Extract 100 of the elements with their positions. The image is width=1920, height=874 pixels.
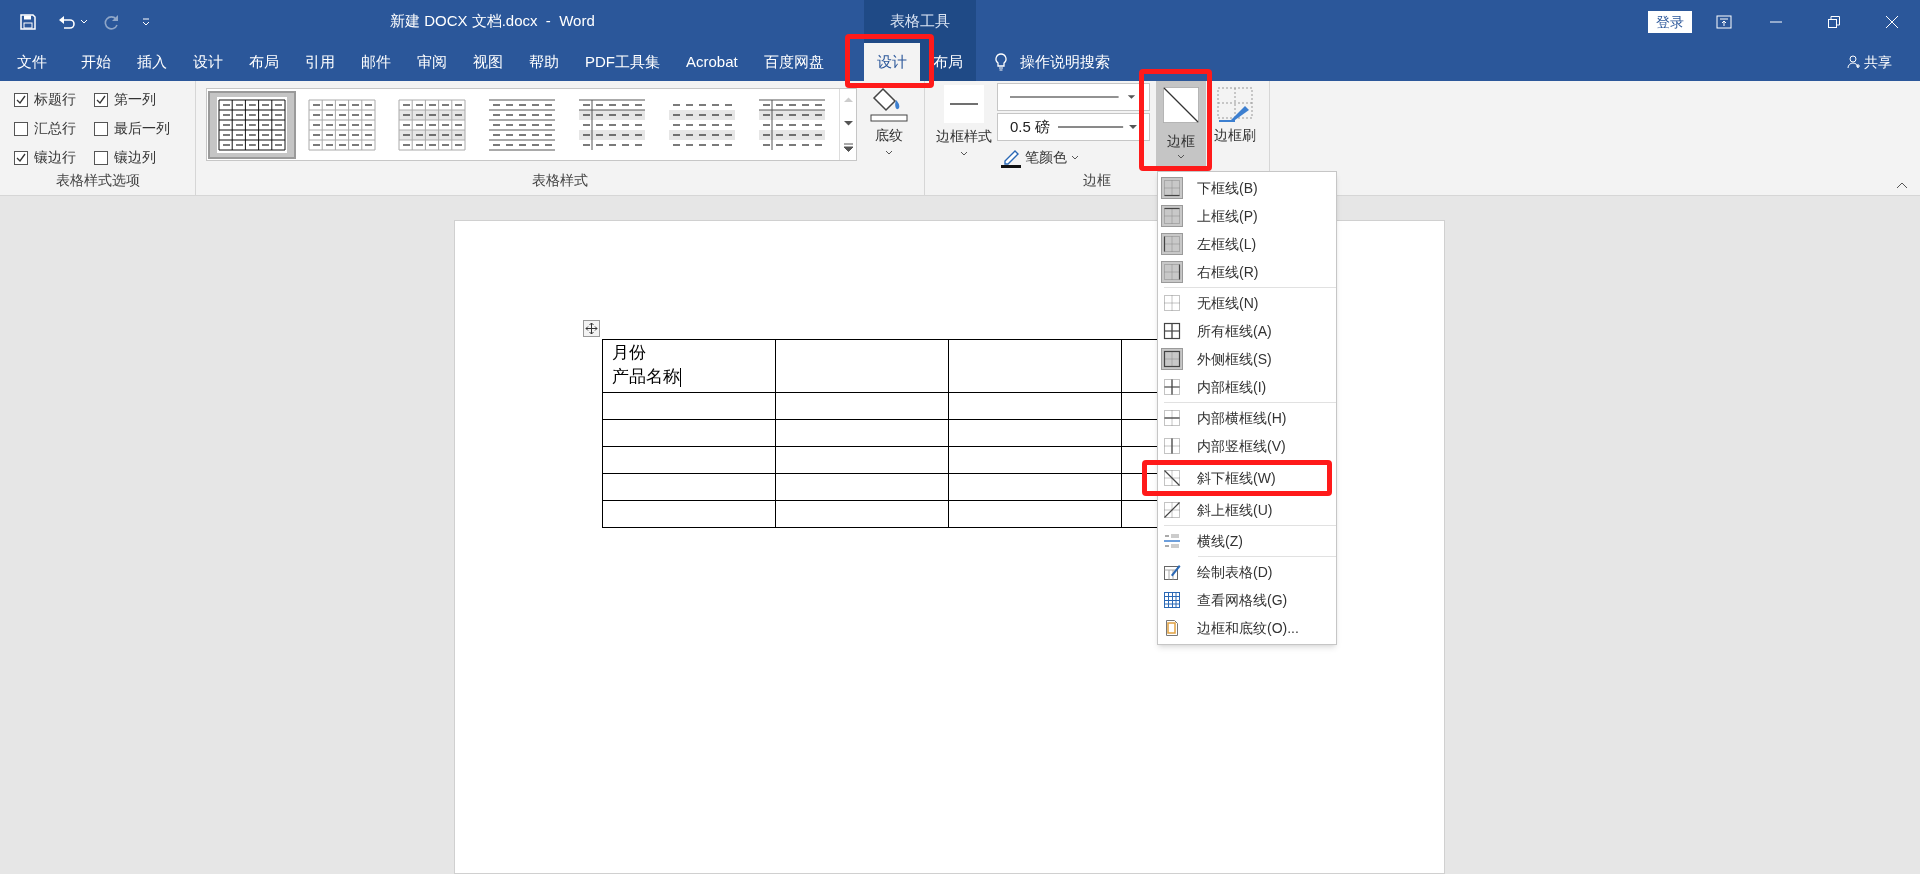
ribbon-display-icon[interactable] bbox=[1716, 14, 1732, 29]
menu-item[interactable]: 边框和底纹(O)... bbox=[1158, 614, 1336, 642]
ribbon-tab[interactable]: 邮件 bbox=[348, 43, 404, 81]
table-cell[interactable] bbox=[602, 500, 776, 528]
customize-icon[interactable] bbox=[142, 17, 150, 26]
ribbon-tab[interactable]: PDF工具集 bbox=[572, 43, 673, 81]
border-icon bbox=[1163, 322, 1181, 340]
person-icon[interactable] bbox=[1847, 55, 1861, 69]
menu-item[interactable]: 上框线(P) bbox=[1158, 202, 1336, 230]
check-icon bbox=[16, 152, 26, 163]
ribbon-tab[interactable]: 帮助 bbox=[516, 43, 572, 81]
diagonal-border-icon bbox=[1163, 87, 1199, 123]
menu-item[interactable]: 内部竖框线(V) bbox=[1158, 432, 1336, 460]
menu-item[interactable]: 横线(Z) bbox=[1158, 527, 1336, 555]
checkbox-label: 最后一列 bbox=[114, 119, 170, 138]
border-painter-button[interactable]: 边框刷 bbox=[1208, 81, 1262, 146]
caret-icon[interactable] bbox=[80, 18, 88, 25]
border-icon bbox=[1163, 378, 1181, 396]
caret-icon bbox=[885, 150, 893, 156]
collapse-ribbon-icon[interactable] bbox=[1896, 181, 1908, 189]
table-cell[interactable] bbox=[775, 446, 949, 474]
ribbon-tab[interactable]: 布局 bbox=[236, 43, 292, 81]
table-cell[interactable]: 月份 产品名称 bbox=[602, 339, 776, 393]
restore-icon[interactable] bbox=[1828, 15, 1840, 28]
horizontal-line-icon bbox=[1163, 532, 1181, 550]
table-cell[interactable] bbox=[775, 339, 949, 393]
table-cell[interactable] bbox=[602, 446, 776, 474]
check-icon bbox=[16, 94, 26, 105]
caret-icon bbox=[1071, 154, 1079, 161]
undo-icon[interactable] bbox=[58, 13, 76, 30]
table-cell[interactable] bbox=[948, 446, 1122, 474]
table-move-handle-icon[interactable] bbox=[583, 320, 600, 337]
menu-item[interactable]: 外侧框线(S) bbox=[1158, 345, 1336, 373]
table-cell[interactable] bbox=[602, 419, 776, 447]
ribbon-tab[interactable]: 文件 bbox=[4, 43, 60, 81]
scroll-down-icon[interactable] bbox=[843, 120, 853, 126]
tell-me-search[interactable]: 操作说明搜索 bbox=[1020, 50, 1110, 74]
ribbon-tab[interactable]: 视图 bbox=[460, 43, 516, 81]
table-style-preview bbox=[307, 96, 377, 153]
table-cell[interactable] bbox=[775, 392, 949, 420]
ribbon-tab[interactable]: 插入 bbox=[124, 43, 180, 81]
ribbon-tab[interactable]: 布局 bbox=[920, 43, 976, 81]
redo-icon[interactable] bbox=[104, 13, 120, 30]
menu-item[interactable]: 无框线(N) bbox=[1158, 289, 1336, 317]
group-label: 边框 bbox=[1083, 171, 1111, 190]
checkbox[interactable] bbox=[14, 92, 28, 107]
paint-bucket-icon bbox=[869, 85, 909, 123]
shading-button[interactable]: 底纹 bbox=[863, 85, 915, 169]
menu-item[interactable]: 内部横框线(H) bbox=[1158, 404, 1336, 432]
menu-item[interactable]: 下框线(B) bbox=[1158, 174, 1336, 202]
checkbox[interactable] bbox=[14, 150, 28, 165]
ribbon-tab[interactable]: Acrobat bbox=[673, 43, 751, 81]
ribbon-tab[interactable]: 百度网盘 bbox=[750, 43, 837, 81]
checkbox[interactable] bbox=[14, 121, 28, 136]
table-cell[interactable] bbox=[602, 392, 776, 420]
save-icon[interactable] bbox=[20, 13, 36, 30]
table-cell[interactable] bbox=[775, 473, 949, 501]
table-cell[interactable] bbox=[775, 419, 949, 447]
sign-in-button[interactable]: 登录 bbox=[1648, 10, 1692, 33]
ribbon-tab[interactable]: 设计 bbox=[180, 43, 236, 81]
line-weight-dropdown[interactable]: 0.5 磅 bbox=[997, 113, 1150, 141]
pen-color-button[interactable]: 笔颜色 bbox=[1001, 147, 1079, 168]
context-label: 表格工具 bbox=[889, 11, 951, 32]
close-icon[interactable] bbox=[1886, 15, 1898, 28]
checkbox[interactable] bbox=[94, 92, 108, 107]
page-icon bbox=[1163, 619, 1181, 637]
table-cell[interactable] bbox=[948, 339, 1122, 393]
share-button[interactable]: 共享 bbox=[1864, 51, 1892, 73]
checkbox[interactable] bbox=[94, 121, 108, 136]
table-cell[interactable] bbox=[602, 473, 776, 501]
table-style-thumbnail[interactable] bbox=[208, 90, 296, 159]
ribbon-tab[interactable]: 引用 bbox=[292, 43, 348, 81]
menu-item[interactable]: 内部框线(I) bbox=[1158, 373, 1336, 401]
menu-item[interactable]: 斜上框线(U) bbox=[1158, 496, 1336, 524]
ribbon-tab[interactable]: 设计 bbox=[864, 43, 920, 81]
table-cell[interactable] bbox=[948, 392, 1122, 420]
table-cell[interactable] bbox=[948, 419, 1122, 447]
checkbox-label: 镶边列 bbox=[114, 148, 156, 167]
menu-item[interactable]: 绘制表格(D) bbox=[1158, 558, 1336, 586]
menu-item[interactable]: 查看网格线(G) bbox=[1158, 586, 1336, 614]
caret-icon bbox=[960, 151, 968, 157]
table-cell[interactable] bbox=[775, 500, 949, 528]
checkbox-label: 汇总行 bbox=[34, 119, 76, 138]
more-icon[interactable] bbox=[843, 142, 853, 152]
checkbox-label: 第一列 bbox=[114, 90, 156, 109]
line-style-dropdown[interactable] bbox=[997, 83, 1150, 111]
table-cell[interactable] bbox=[948, 473, 1122, 501]
table-cell[interactable] bbox=[948, 500, 1122, 528]
border-styles-button[interactable]: 边框样式 bbox=[931, 85, 997, 169]
menu-item[interactable]: 所有框线(A) bbox=[1158, 317, 1336, 345]
border-icon bbox=[1163, 469, 1181, 487]
checkbox[interactable] bbox=[94, 150, 108, 165]
pen-icon bbox=[1001, 147, 1021, 168]
menu-item[interactable]: 斜下框线(W) bbox=[1158, 465, 1327, 491]
menu-item[interactable]: 右框线(R) bbox=[1158, 258, 1336, 286]
borders-button[interactable]: 边框 bbox=[1156, 81, 1206, 169]
group-label: 表格样式选项 bbox=[55, 171, 140, 190]
ribbon-tab[interactable]: 审阅 bbox=[404, 43, 460, 81]
menu-item[interactable]: 左框线(L) bbox=[1158, 230, 1336, 258]
ribbon-tab[interactable]: 开始 bbox=[68, 43, 124, 81]
